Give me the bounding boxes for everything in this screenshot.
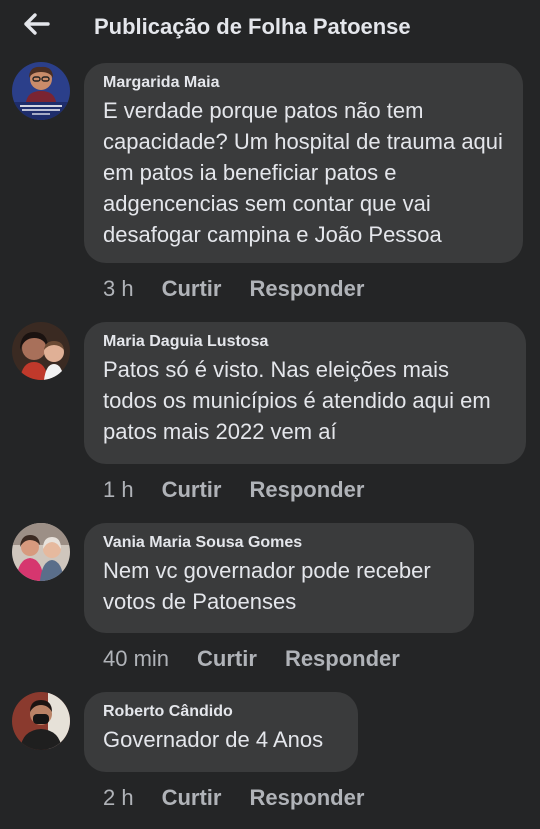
page-title: Publicação de Folha Patoense xyxy=(94,14,411,39)
comment-bubble[interactable]: Vania Maria Sousa Gomes Nem vc governado… xyxy=(84,523,474,633)
back-button[interactable] xyxy=(20,10,52,38)
comment-text: Patos só é visto. Nas eleições mais todo… xyxy=(103,357,491,444)
comment-bubble[interactable]: Roberto Cândido Governador de 4 Anos xyxy=(84,692,358,772)
comment-author[interactable]: Roberto Cândido xyxy=(103,702,340,722)
reply-button[interactable]: Responder xyxy=(249,276,364,302)
like-button[interactable]: Curtir xyxy=(162,785,222,811)
like-button[interactable]: Curtir xyxy=(162,276,222,302)
avatar[interactable] xyxy=(12,322,70,380)
comment-actions: 40 min Curtir Responder xyxy=(103,646,428,672)
comment-text: Nem vc governador pode receber votos de … xyxy=(103,558,431,614)
comment-bubble[interactable]: Margarida Maia E verdade porque patos nã… xyxy=(84,63,523,263)
comment-actions: 1 h Curtir Responder xyxy=(103,477,392,503)
like-button[interactable]: Curtir xyxy=(197,646,257,672)
comment-author[interactable]: Maria Daguia Lustosa xyxy=(103,332,508,352)
comment-time[interactable]: 40 min xyxy=(103,646,169,672)
comment-text: E verdade porque patos não tem capacidad… xyxy=(103,98,503,247)
comment-actions: 2 h Curtir Responder xyxy=(103,785,392,811)
avatar[interactable] xyxy=(12,62,70,120)
comment-text: Governador de 4 Anos xyxy=(103,727,324,752)
comment-bubble[interactable]: Maria Daguia Lustosa Patos só é visto. N… xyxy=(84,322,526,464)
reply-button[interactable]: Responder xyxy=(249,477,364,503)
comment-actions: 3 h Curtir Responder xyxy=(103,276,392,302)
comment-author[interactable]: Vania Maria Sousa Gomes xyxy=(103,533,456,553)
comment-time[interactable]: 2 h xyxy=(103,785,134,811)
top-bar: Publicação de Folha Patoense xyxy=(0,0,540,56)
like-button[interactable]: Curtir xyxy=(162,477,222,503)
comment-time[interactable]: 1 h xyxy=(103,477,134,503)
comment-author[interactable]: Margarida Maia xyxy=(103,73,505,93)
reply-button[interactable]: Responder xyxy=(249,785,364,811)
arrow-left-icon xyxy=(24,13,50,35)
avatar[interactable] xyxy=(12,692,70,750)
comment-time[interactable]: 3 h xyxy=(103,276,134,302)
avatar[interactable] xyxy=(12,523,70,581)
reply-button[interactable]: Responder xyxy=(285,646,400,672)
